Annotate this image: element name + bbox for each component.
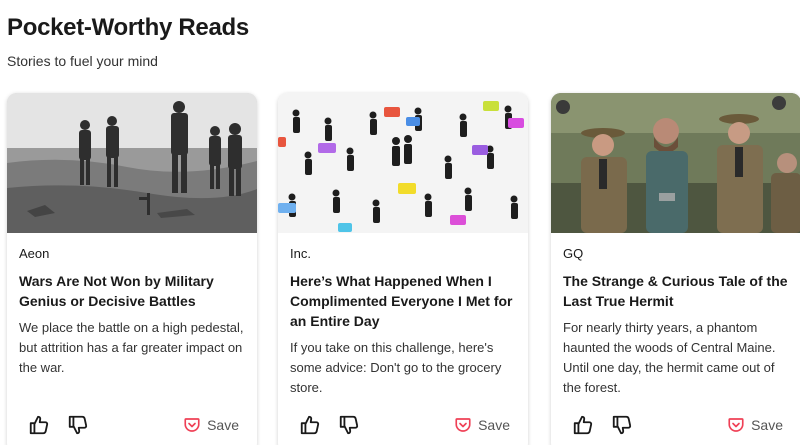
article-headline[interactable]: The Strange & Curious Tale of the Last T… [563,271,789,311]
publisher-name: GQ [563,246,584,261]
save-button[interactable]: Save [454,414,510,436]
article-image-police-escort[interactable] [551,93,800,233]
article-excerpt: For nearly thirty years, a phantom haunt… [563,320,776,395]
pocket-save-icon [728,418,744,432]
pocket-worthy-reads-section: Pocket-Worthy Reads Stories to fuel your… [0,0,800,445]
thumbs-down-icon[interactable] [67,414,89,436]
thumbs-up-icon[interactable] [572,414,594,436]
save-button[interactable]: Save [727,414,783,436]
article-excerpt: We place the battle on a high pedestal, … [19,320,244,375]
pocket-save-icon [455,418,471,432]
pocket-save-icon [184,418,200,432]
card-actions: Save [551,412,800,440]
article-excerpt: If you take on this challenge, here's so… [290,340,502,395]
thumbs-up-icon[interactable] [299,414,321,436]
save-label: Save [207,417,239,433]
article-image-speech-bubbles[interactable] [278,93,528,233]
article-headline[interactable]: Wars Are Not Won by Military Genius or D… [19,271,245,311]
article-card[interactable]: Inc. Here’s What Happened When I Complim… [278,93,528,445]
thumbs-down-icon[interactable] [338,414,360,436]
save-label: Save [478,417,510,433]
thumbs-up-icon[interactable] [28,414,50,436]
article-image-soldiers[interactable] [7,93,257,233]
card-actions: Save [7,412,257,440]
section-title: Pocket-Worthy Reads [7,14,249,41]
thumbs-down-icon[interactable] [611,414,633,436]
article-card[interactable]: Aeon Wars Are Not Won by Military Genius… [7,93,257,445]
article-card[interactable]: GQ The Strange & Curious Tale of the Las… [551,93,800,445]
card-actions: Save [278,412,528,440]
save-button[interactable]: Save [183,414,239,436]
publisher-name: Aeon [19,246,50,261]
article-headline[interactable]: Here’s What Happened When I Complimented… [290,271,516,331]
publisher-name: Inc. [290,246,311,261]
section-subtitle: Stories to fuel your mind [7,53,158,69]
save-label: Save [751,417,783,433]
